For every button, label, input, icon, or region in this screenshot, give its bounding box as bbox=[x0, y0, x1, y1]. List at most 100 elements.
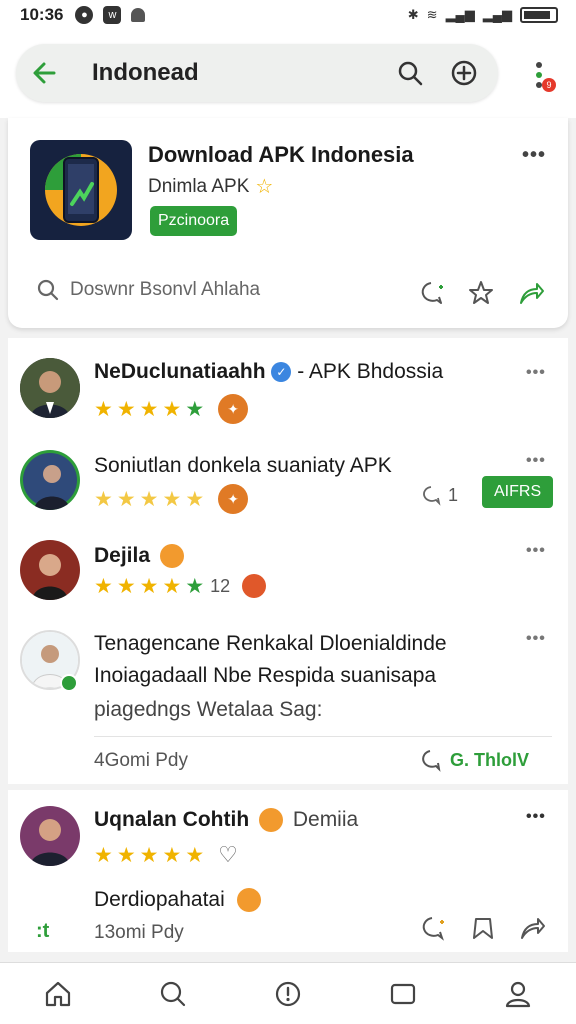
signal-icon: ▂▄▆ bbox=[445, 7, 475, 22]
search-icon bbox=[398, 61, 423, 86]
award-badge-icon: ✦ bbox=[218, 394, 249, 424]
star-outline-icon: ☆ bbox=[255, 176, 274, 198]
app-tag[interactable]: Pzcinoora bbox=[150, 206, 238, 236]
online-indicator bbox=[60, 674, 78, 692]
star-icon: ★ bbox=[139, 843, 159, 867]
list-item[interactable]: NeDuclunatiaahh ✓ - APK Bhdossia ★ ★ ★ ★… bbox=[8, 338, 568, 438]
star-icon: ★ bbox=[139, 397, 159, 421]
bluetooth-icon: ✱ bbox=[407, 7, 419, 22]
message-icon bbox=[391, 983, 416, 1004]
post-text-line: Inoiagadaall Nbe Respida suanisapa bbox=[94, 664, 437, 687]
action-label: G. ThlolV bbox=[450, 749, 529, 770]
add-circle-icon bbox=[451, 60, 477, 86]
nav-search[interactable] bbox=[151, 972, 195, 1016]
verified-icon: ✓ bbox=[271, 362, 292, 383]
side-label: :t bbox=[36, 920, 50, 942]
post-text-line: Tenagencane Renkakal Dloenialdinde bbox=[94, 632, 447, 655]
star-icon: ★ bbox=[94, 843, 113, 867]
nav-alerts[interactable] bbox=[266, 972, 310, 1016]
rating-count: 12 bbox=[210, 575, 231, 596]
avatar[interactable] bbox=[20, 358, 80, 418]
bookmark-icon[interactable] bbox=[468, 914, 496, 942]
avatar[interactable] bbox=[20, 450, 80, 510]
person-avatar-icon bbox=[23, 453, 77, 510]
reviews-feed: NeDuclunatiaahh ✓ - APK Bhdossia ★ ★ ★ ★… bbox=[8, 338, 568, 784]
action-link[interactable]: G. ThlolV bbox=[418, 748, 529, 772]
list-item[interactable]: Soniutlan donkela suaniaty APK ★ ★ ★ ★ ★… bbox=[8, 438, 568, 532]
comment-icon bbox=[423, 486, 441, 506]
search-query[interactable]: Indonead bbox=[92, 59, 390, 87]
app-search-row[interactable]: Doswnr Bsonvl Ahlaha bbox=[36, 278, 260, 302]
post-more-button[interactable]: ••• bbox=[526, 364, 546, 382]
post-more-button[interactable]: ••• bbox=[526, 808, 546, 826]
avatar[interactable] bbox=[20, 806, 80, 866]
back-button[interactable] bbox=[16, 45, 72, 101]
divider bbox=[94, 736, 552, 737]
post-title-row: NeDuclunatiaahh ✓ - APK Bhdossia bbox=[94, 360, 443, 384]
share-icon[interactable] bbox=[518, 914, 546, 942]
app-subtitle-row: Dnimla APK ☆ bbox=[148, 174, 273, 199]
star-icon: ★ bbox=[162, 843, 182, 867]
app-title: Download APK Indonesia bbox=[148, 142, 414, 167]
share-button[interactable] bbox=[516, 278, 546, 308]
comment-button[interactable] bbox=[416, 278, 446, 308]
post-text-line: piagedngs Wetalaa Sag: bbox=[94, 698, 323, 721]
post-more-button[interactable]: ••• bbox=[526, 452, 546, 470]
heart-icon[interactable]: ♡ bbox=[218, 842, 238, 868]
post-author: NeDuclunatiaahh bbox=[94, 360, 266, 383]
comment-icon[interactable] bbox=[418, 914, 446, 942]
star-icon: ★ bbox=[116, 843, 136, 867]
alert-circle-icon bbox=[275, 981, 301, 1006]
lock-icon bbox=[131, 8, 146, 22]
post-body-row: Derdiopahatai bbox=[94, 888, 261, 913]
post-meta: 4Gomi Pdy bbox=[94, 750, 188, 771]
home-icon bbox=[45, 981, 70, 1006]
list-item[interactable]: Uqnalan Cohtih Demiia ★ ★ ★ ★ ★ ♡ ••• De… bbox=[8, 790, 568, 952]
add-button[interactable] bbox=[444, 53, 484, 93]
post-more-button[interactable]: ••• bbox=[526, 630, 546, 648]
star-icon: ★ bbox=[162, 397, 182, 421]
nav-home[interactable] bbox=[36, 972, 80, 1016]
star-icon: ★ bbox=[94, 397, 113, 421]
notification-icon: ● bbox=[75, 6, 94, 24]
favorite-button[interactable] bbox=[466, 278, 496, 308]
post-body: Derdiopahatai bbox=[94, 888, 225, 911]
list-item[interactable]: Tenagencane Renkakal Dloenialdinde Inoia… bbox=[8, 618, 568, 784]
signal-icon-2: ▂▄▆ bbox=[482, 7, 512, 22]
reply-count[interactable]: 1 bbox=[420, 484, 458, 506]
post-actions bbox=[418, 914, 546, 942]
rating-stars: ★ ★ ★ ★ ★ ✦ bbox=[94, 394, 249, 424]
star-icon: ★ bbox=[185, 843, 205, 867]
app-card[interactable]: Download APK Indonesia Dnimla APK ☆ Pzci… bbox=[8, 118, 568, 328]
star-icon: ★ bbox=[116, 397, 136, 421]
nav-messages[interactable] bbox=[381, 972, 425, 1016]
emoji-icon bbox=[259, 808, 283, 833]
bottom-navigation bbox=[0, 962, 576, 1024]
star-icon: ★ bbox=[185, 397, 205, 421]
search-button[interactable] bbox=[390, 53, 430, 93]
post-meta: 13omi Pdy bbox=[94, 922, 184, 943]
post-title: Soniutlan donkela suaniaty APK bbox=[94, 454, 392, 477]
flame-badge-icon bbox=[242, 574, 267, 598]
follow-button[interactable]: AIFRS bbox=[482, 476, 554, 508]
avatar[interactable] bbox=[20, 540, 80, 600]
person-avatar-icon bbox=[20, 540, 80, 600]
search-bar[interactable]: Indonead bbox=[16, 44, 498, 102]
list-item[interactable]: Dejila ★ ★ ★ ★ ★ 12 ••• bbox=[8, 532, 568, 618]
notification-badge: 9 bbox=[542, 78, 556, 92]
post-more-button[interactable]: ••• bbox=[526, 542, 546, 560]
star-icon: ★ bbox=[139, 574, 159, 598]
reply-count-value: 1 bbox=[448, 484, 459, 505]
rating-stars: ★ ★ ★ ★ ★ ♡ bbox=[94, 842, 238, 868]
rating-stars: ★ ★ ★ ★ ★ 12 bbox=[94, 574, 267, 598]
nav-profile[interactable] bbox=[496, 972, 540, 1016]
star-icon: ★ bbox=[94, 487, 113, 511]
comment-icon bbox=[422, 750, 441, 772]
app-more-button[interactable]: ••• bbox=[522, 144, 546, 167]
overflow-menu-button[interactable] bbox=[522, 50, 556, 100]
star-icon: ★ bbox=[116, 487, 136, 511]
app-icon[interactable] bbox=[30, 140, 132, 240]
system-status-icons: ✱ ≋ ▂▄▆ ▂▄▆ bbox=[408, 7, 558, 23]
post-title-row: Dejila bbox=[94, 544, 184, 569]
post-author: Uqnalan Cohtih bbox=[94, 808, 250, 831]
